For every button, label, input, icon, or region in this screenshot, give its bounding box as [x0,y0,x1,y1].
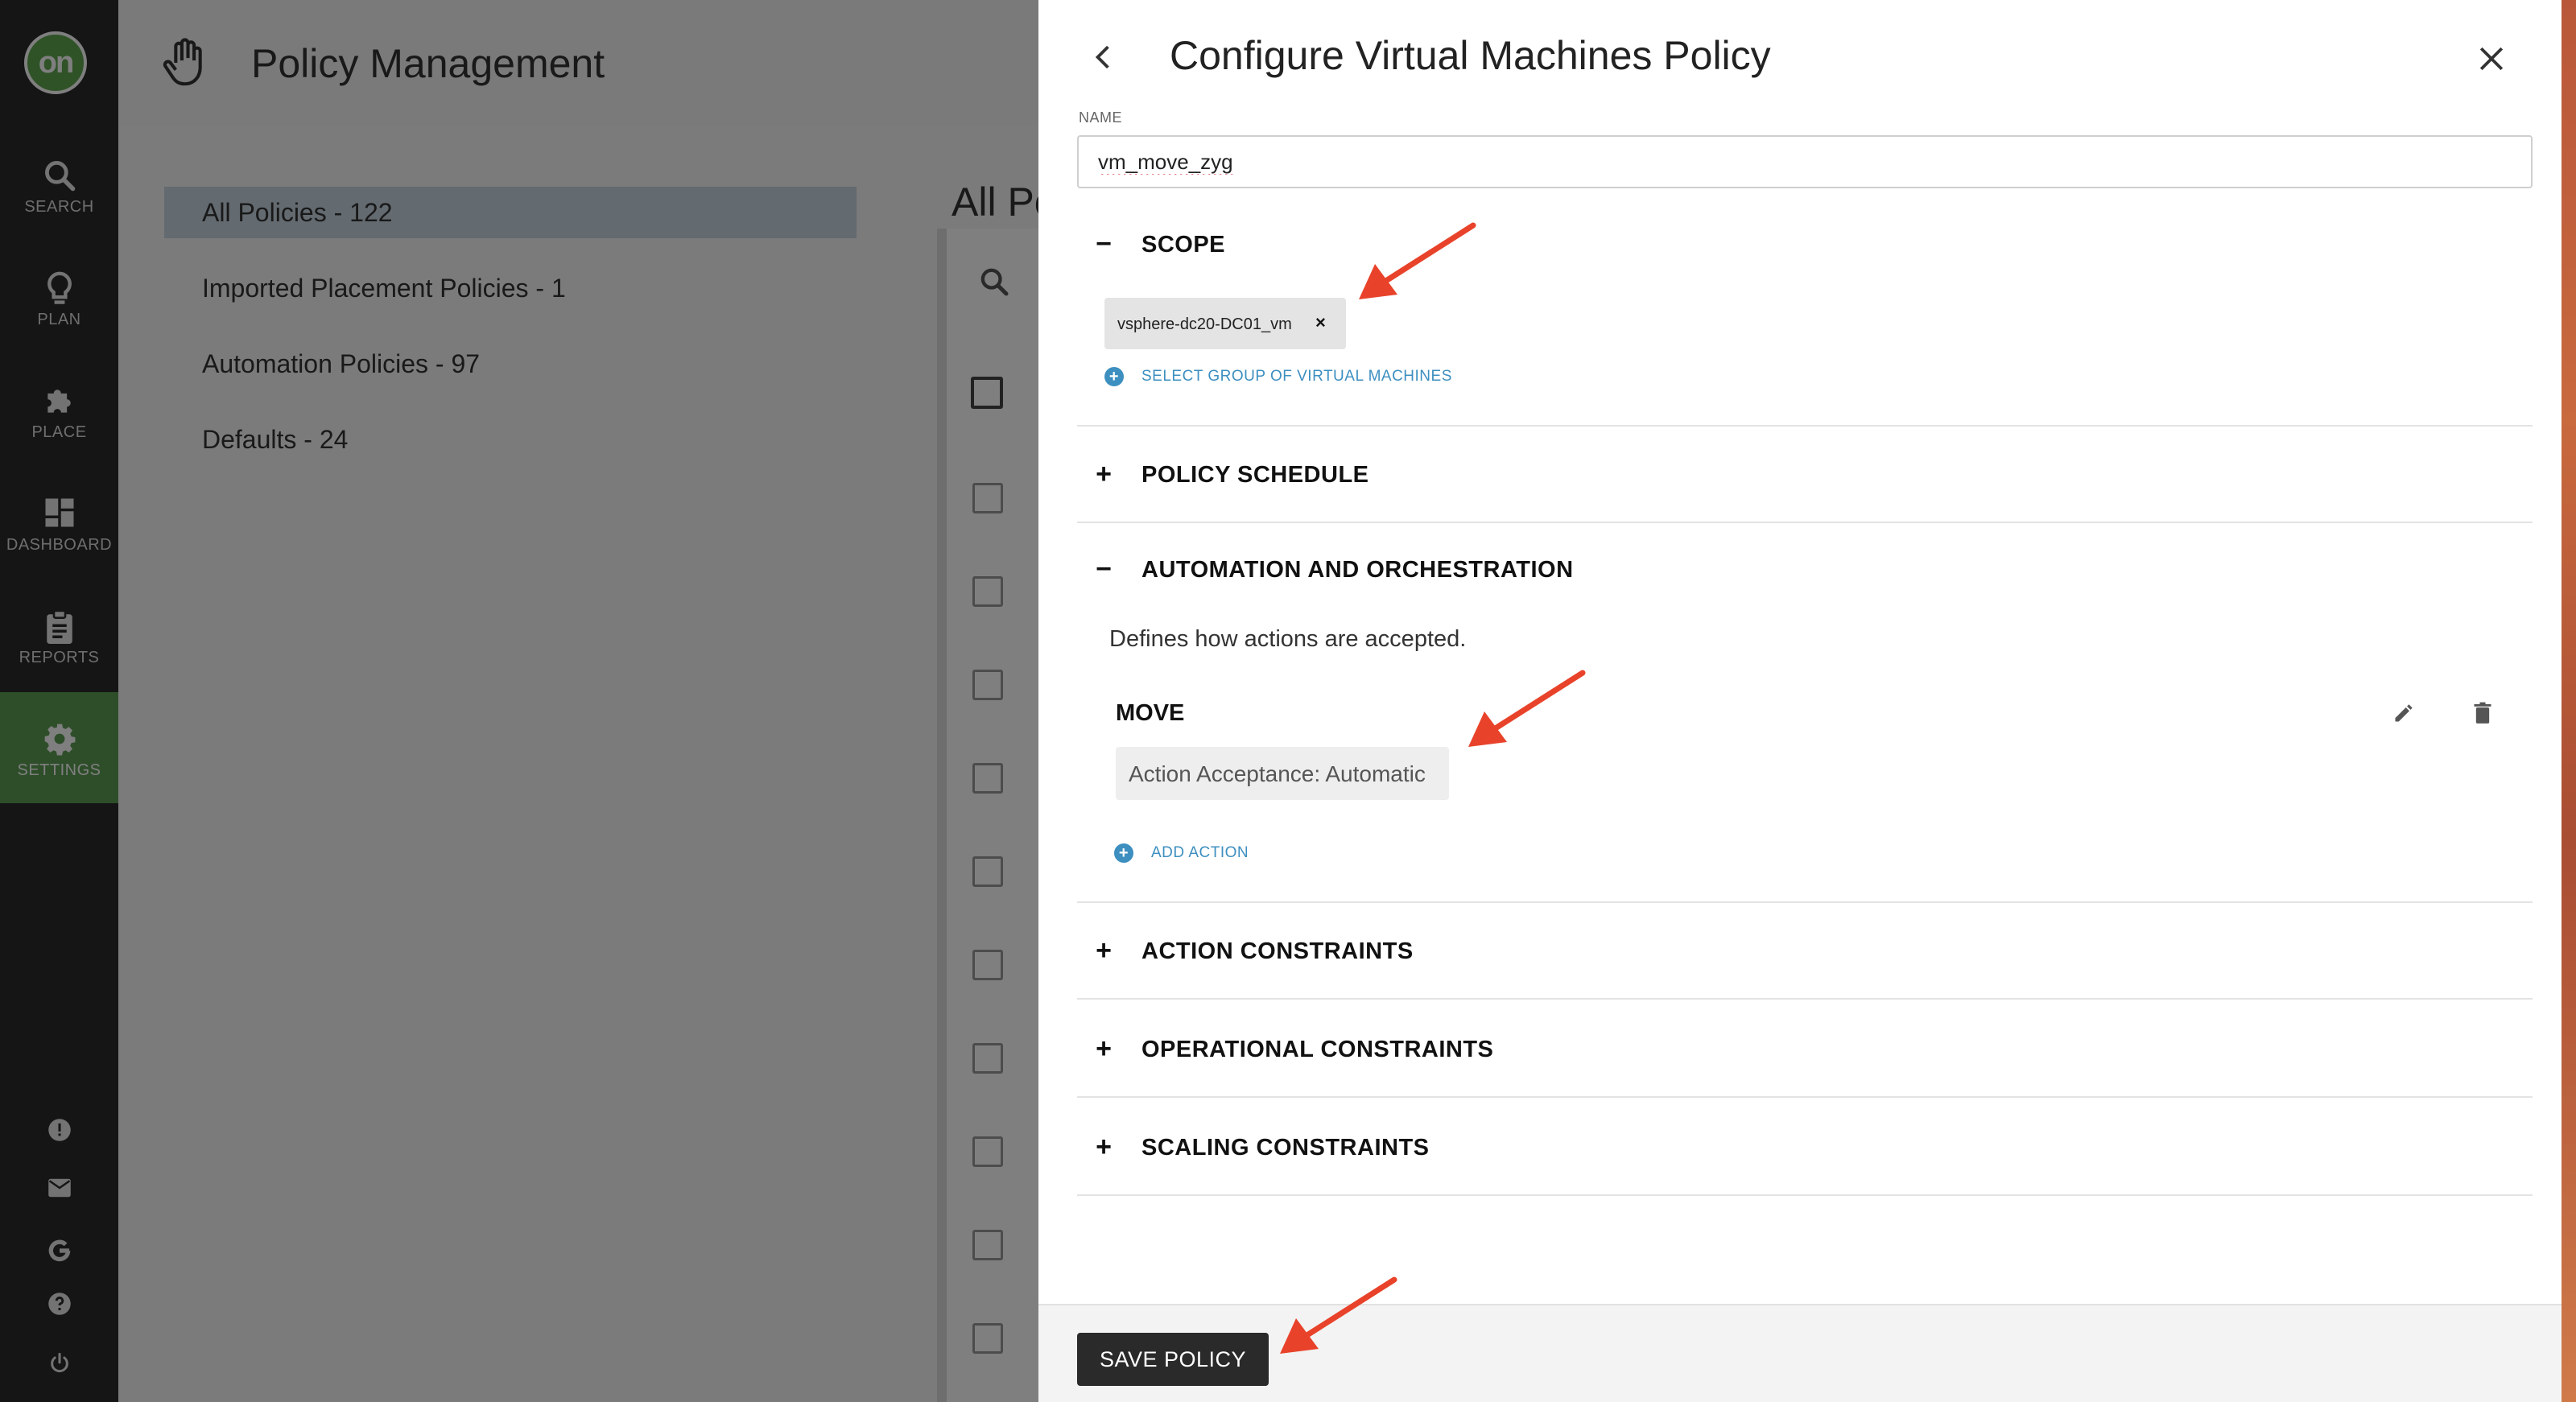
automation-section-title[interactable]: AUTOMATION AND ORCHESTRATION [1141,557,1574,583]
close-icon [2479,47,2504,71]
trash-icon [2474,702,2491,724]
section-operational-constraints[interactable]: + OPERATIONAL CONSTRAINTS [1077,1001,2533,1098]
scaling-constraints-expand-toggle[interactable]: + [1092,1132,1116,1163]
close-button[interactable] [2471,39,2512,79]
policy-name-input[interactable] [1077,135,2533,188]
annotation-arrow-move [1468,670,1586,747]
chevron-left-icon [1095,45,1109,69]
configure-policy-panel: Configure Virtual Machines Policy NAME −… [1038,0,2562,1402]
section-automation: − AUTOMATION AND ORCHESTRATION [1077,523,2533,903]
add-action-label: ADD ACTION [1151,844,1249,861]
action-constraints-title[interactable]: ACTION CONSTRAINTS [1141,938,1414,965]
back-button[interactable] [1087,39,1119,76]
modal-backdrop[interactable] [0,0,1038,1402]
add-circle-icon: + [1104,367,1124,386]
name-field-label: NAME [1079,109,1123,126]
panel-title: Configure Virtual Machines Policy [1170,33,1771,78]
select-group-label: SELECT GROUP OF VIRTUAL MACHINES [1141,368,1452,385]
section-policy-schedule[interactable]: + POLICY SCHEDULE [1077,427,2533,523]
background-window-edge [2562,0,2576,1402]
annotation-arrow-scope [1359,222,1476,299]
add-circle-icon: + [1114,843,1133,863]
panel-footer: SAVE POLICY [1038,1304,2562,1402]
move-action-title: MOVE [1116,700,1185,726]
edit-action-button[interactable] [2388,697,2420,729]
automation-description: Defines how actions are accepted. [1109,626,1467,652]
action-acceptance-label: Action Acceptance: Automatic [1129,761,1426,786]
action-constraints-expand-toggle[interactable]: + [1092,935,1116,967]
scaling-constraints-title[interactable]: SCALING CONSTRAINTS [1141,1135,1430,1161]
save-policy-button[interactable]: SAVE POLICY [1077,1333,1269,1386]
add-action-link[interactable]: + ADD ACTION [1114,843,1249,863]
scope-chip: vsphere-dc20-DC01_vm × [1104,298,1346,349]
section-scaling-constraints[interactable]: + SCALING CONSTRAINTS [1077,1099,2533,1196]
delete-action-button[interactable] [2467,697,2499,729]
panel-header: Configure Virtual Machines Policy [1038,0,2562,108]
automation-collapse-toggle[interactable]: − [1092,554,1116,585]
pencil-icon [2395,704,2413,722]
operational-constraints-title[interactable]: OPERATIONAL CONSTRAINTS [1141,1037,1493,1063]
schedule-section-title[interactable]: POLICY SCHEDULE [1141,462,1369,489]
section-action-constraints[interactable]: + ACTION CONSTRAINTS [1077,903,2533,1000]
schedule-expand-toggle[interactable]: + [1092,459,1116,490]
operational-constraints-expand-toggle[interactable]: + [1092,1033,1116,1065]
select-group-link[interactable]: + SELECT GROUP OF VIRTUAL MACHINES [1104,367,1452,386]
action-acceptance-chip[interactable]: Action Acceptance: Automatic [1116,747,1449,800]
scope-section-title[interactable]: SCOPE [1141,232,1225,258]
scope-chip-label: vsphere-dc20-DC01_vm [1117,315,1292,333]
annotation-arrow-save [1280,1276,1397,1354]
scope-collapse-toggle[interactable]: − [1092,229,1116,260]
scope-chip-remove-icon[interactable]: × [1315,312,1326,333]
